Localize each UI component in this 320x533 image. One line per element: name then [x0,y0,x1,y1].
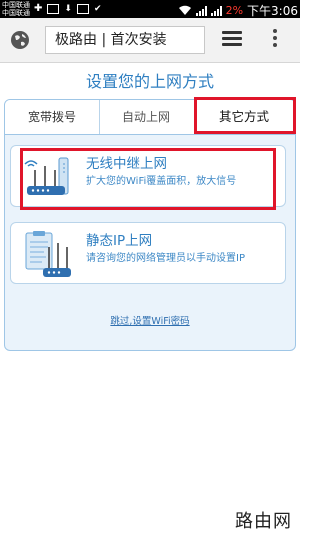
status-right: 2% 下午3:06 [178,2,298,19]
browser-toolbar: 极路由 | 首次安装 [0,18,300,63]
notification-icons: ✚ ⬇ ✔ [34,3,101,14]
option-static-ip[interactable]: 静态IP上网 请咨询您的网络管理员以手动设置IP [10,222,286,284]
tab-pppoe[interactable]: 宽带拨号 [5,100,100,134]
signal-icon-2 [210,5,222,16]
check-icon: ✔ [93,3,102,14]
image-icon-2 [76,3,89,14]
watermark-text: 路由网 [235,511,292,532]
download-icon: ⬇ [64,3,72,14]
address-bar[interactable]: 极路由 | 首次安装 [45,26,205,54]
carrier-label-secondary: 中国联通 [2,9,30,17]
clock: 下午3:06 [247,4,298,18]
battery-level: 2% [225,4,244,17]
page-title: 设置您的上网方式 [85,72,214,91]
option-title: 静态IP上网 [86,233,153,249]
option-highlight-box [20,148,276,210]
skip-link[interactable]: 跳过,设置WiFi密码 [0,313,300,327]
plus-icon: ✚ [34,3,43,14]
option-subtitle: 请咨询您的网络管理员以手动设置IP [86,253,245,264]
status-bar: 中国联通 中国联通 ✚ ⬇ ✔ 2% 下午3:06 [0,0,300,18]
image-icon [47,3,60,14]
tab-dhcp[interactable]: 自动上网 [100,100,192,134]
overflow-menu-icon[interactable] [272,29,278,51]
globe-icon[interactable] [10,30,30,50]
tabs-icon[interactable] [222,31,242,49]
clipboard-router-icon [25,231,71,277]
signal-icon [195,5,207,16]
tab-highlight-box [194,97,296,134]
carrier-label: 中国联通 [2,1,30,9]
wifi-icon [178,5,191,15]
